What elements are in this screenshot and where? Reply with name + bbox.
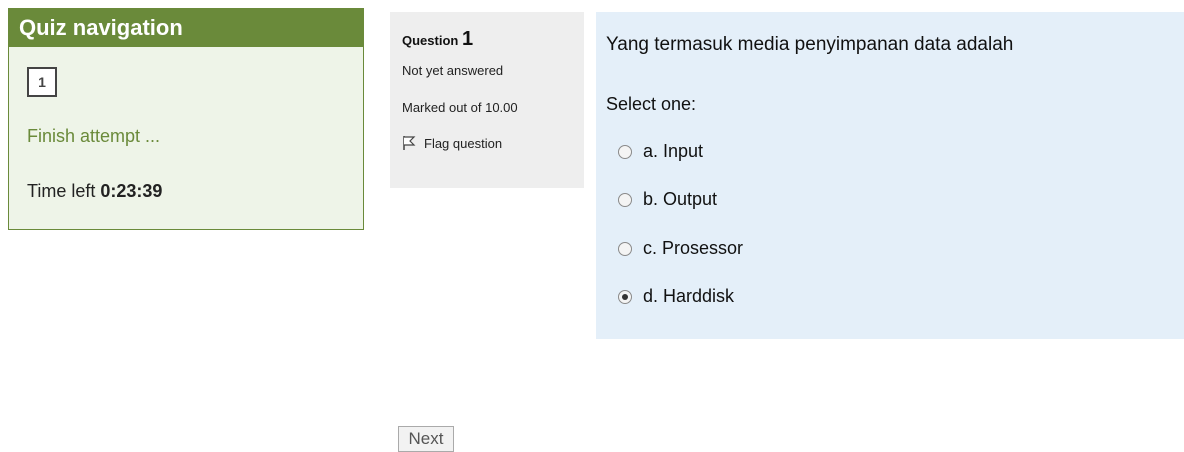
answer-option-b[interactable]: b. Output xyxy=(618,189,717,210)
question-title: Question 1 xyxy=(402,28,584,51)
question-status: Not yet answered xyxy=(402,63,504,78)
question-content-block: Yang termasuk media penyimpanan data ada… xyxy=(596,12,1184,339)
select-one-prompt: Select one: xyxy=(606,94,697,114)
time-left-value: 0:23:39 xyxy=(100,181,163,201)
finish-attempt-link[interactable]: Finish attempt ... xyxy=(27,126,160,147)
question-text: Yang termasuk media penyimpanan data ada… xyxy=(606,34,1014,55)
answer-option-a[interactable]: a. Input xyxy=(618,141,703,162)
radio-option-d[interactable] xyxy=(618,289,632,304)
time-left-label: Time left xyxy=(27,181,96,201)
radio-option-b[interactable] xyxy=(618,192,632,207)
answer-option-c[interactable]: c. Prosessor xyxy=(618,238,743,259)
answer-option-label: a. Input xyxy=(643,141,704,161)
question-nav-button-1[interactable]: 1 xyxy=(27,67,57,97)
question-info-block: Question 1 Not yet answered Marked out o… xyxy=(390,12,584,188)
flag-question-button[interactable]: Flag question xyxy=(402,135,584,151)
flag-icon xyxy=(403,136,416,150)
quiz-navigation-title: Quiz navigation xyxy=(9,9,363,47)
answer-option-label: b. Output xyxy=(643,189,718,209)
radio-option-c[interactable] xyxy=(618,241,632,256)
next-button[interactable]: Next xyxy=(398,426,454,452)
question-number: 1 xyxy=(461,28,474,50)
question-label: Question xyxy=(402,33,459,48)
radio-option-a[interactable] xyxy=(618,144,632,159)
time-left: Time left 0:23:39 xyxy=(27,181,162,202)
flag-question-label: Flag question xyxy=(424,135,503,151)
answer-option-label: d. Harddisk xyxy=(643,286,735,306)
question-marks: Marked out of 10.00 xyxy=(402,100,518,115)
answer-option-d[interactable]: d. Harddisk xyxy=(618,286,734,307)
answer-option-label: c. Prosessor xyxy=(643,238,744,258)
quiz-navigation-block: Quiz navigation 1 Finish attempt ... Tim… xyxy=(8,8,364,230)
